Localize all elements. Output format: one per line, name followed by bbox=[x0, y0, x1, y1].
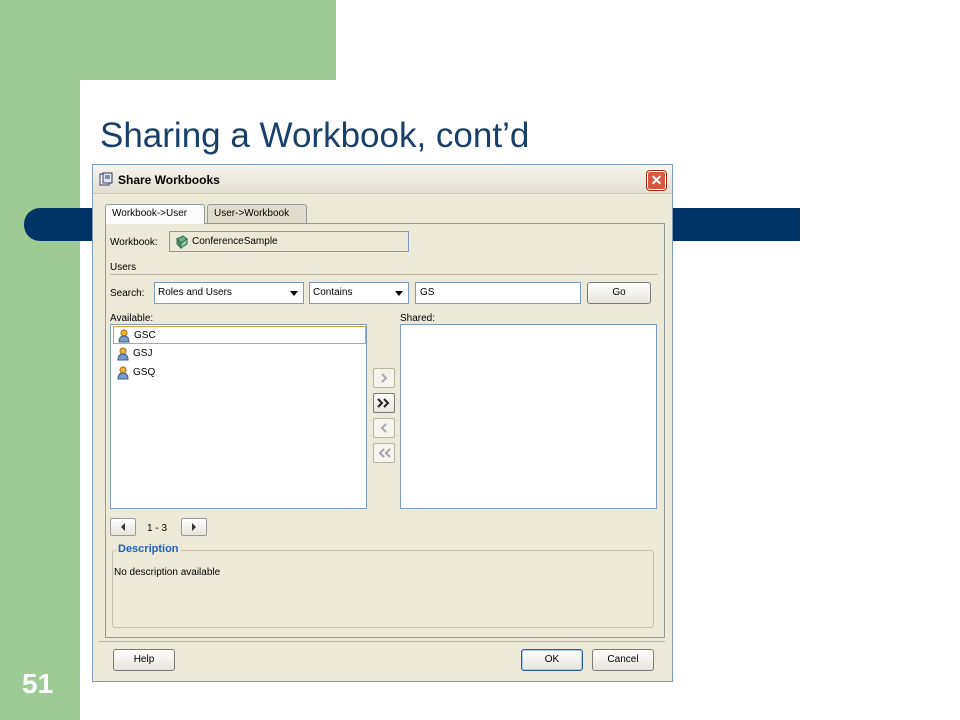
go-button[interactable]: Go bbox=[587, 282, 651, 304]
shared-list[interactable] bbox=[400, 324, 657, 509]
workbook-field: ConferenceSample bbox=[169, 231, 409, 252]
search-operator-value: Contains bbox=[313, 287, 353, 298]
chevron-down-icon bbox=[395, 291, 403, 296]
user-name: GSJ bbox=[133, 348, 153, 359]
move-all-left-icon bbox=[378, 448, 391, 458]
description-box bbox=[112, 550, 654, 628]
tab-user-to-workbook[interactable]: User->Workbook bbox=[207, 204, 307, 223]
available-label: Available: bbox=[110, 313, 154, 324]
search-type-value: Roles and Users bbox=[158, 287, 232, 298]
tab-workbook-to-user[interactable]: Workbook->User bbox=[105, 204, 205, 224]
help-button[interactable]: Help bbox=[113, 649, 175, 671]
close-icon[interactable]: ✕ bbox=[647, 171, 666, 190]
users-section-label: Users bbox=[110, 262, 137, 273]
share-workbook-icon bbox=[99, 172, 113, 186]
dialog-title: Share Workbooks bbox=[118, 173, 220, 187]
next-icon bbox=[192, 523, 196, 531]
search-type-dropdown[interactable]: Roles and Users bbox=[154, 282, 304, 304]
move-all-right-icon bbox=[377, 398, 390, 408]
search-operator-dropdown[interactable]: Contains bbox=[309, 282, 409, 304]
chevron-down-icon bbox=[290, 291, 298, 296]
page-range: 1 - 3 bbox=[147, 523, 168, 534]
slide-title: Sharing a Workbook, cont’d bbox=[100, 116, 530, 155]
list-item[interactable]: GSC bbox=[113, 326, 366, 344]
available-list[interactable]: GSC GSJ GSQ bbox=[110, 324, 367, 509]
ok-button[interactable]: OK bbox=[521, 649, 583, 671]
workbook-label: Workbook: bbox=[110, 237, 158, 248]
move-right-button[interactable] bbox=[373, 368, 395, 388]
description-text: No description available bbox=[114, 567, 221, 578]
slide-left-band bbox=[0, 0, 80, 720]
user-icon bbox=[117, 347, 129, 361]
move-all-left-button[interactable] bbox=[373, 443, 395, 463]
users-divider bbox=[110, 274, 658, 275]
description-legend: Description bbox=[116, 543, 181, 555]
move-left-button[interactable] bbox=[373, 418, 395, 438]
list-item[interactable]: GSQ bbox=[113, 364, 366, 382]
previous-icon bbox=[121, 523, 125, 531]
user-name: GSQ bbox=[133, 367, 156, 378]
list-item[interactable]: GSJ bbox=[113, 345, 366, 363]
user-icon bbox=[118, 329, 130, 343]
dialog-titlebar[interactable]: Share Workbooks ✕ bbox=[93, 165, 672, 194]
share-workbooks-dialog: Share Workbooks ✕ Workbook->User User->W… bbox=[92, 164, 673, 682]
tab-panel: Workbook: ConferenceSample Users Search:… bbox=[105, 223, 665, 638]
next-page-button[interactable] bbox=[181, 518, 207, 536]
slide-top-band bbox=[0, 0, 336, 80]
slide-number: 51 bbox=[22, 668, 54, 699]
search-input[interactable]: GS bbox=[415, 282, 581, 304]
move-all-right-button[interactable] bbox=[373, 393, 395, 413]
previous-page-button[interactable] bbox=[110, 518, 136, 536]
search-label: Search: bbox=[110, 288, 145, 299]
button-bar-divider bbox=[99, 641, 665, 642]
user-icon bbox=[117, 366, 129, 380]
cancel-button[interactable]: Cancel bbox=[592, 649, 654, 671]
workbook-name: ConferenceSample bbox=[192, 236, 278, 247]
move-right-icon bbox=[381, 373, 388, 383]
move-left-icon bbox=[380, 423, 387, 433]
workbook-icon bbox=[175, 235, 189, 250]
user-name: GSC bbox=[134, 330, 156, 341]
shared-label: Shared: bbox=[400, 313, 436, 324]
